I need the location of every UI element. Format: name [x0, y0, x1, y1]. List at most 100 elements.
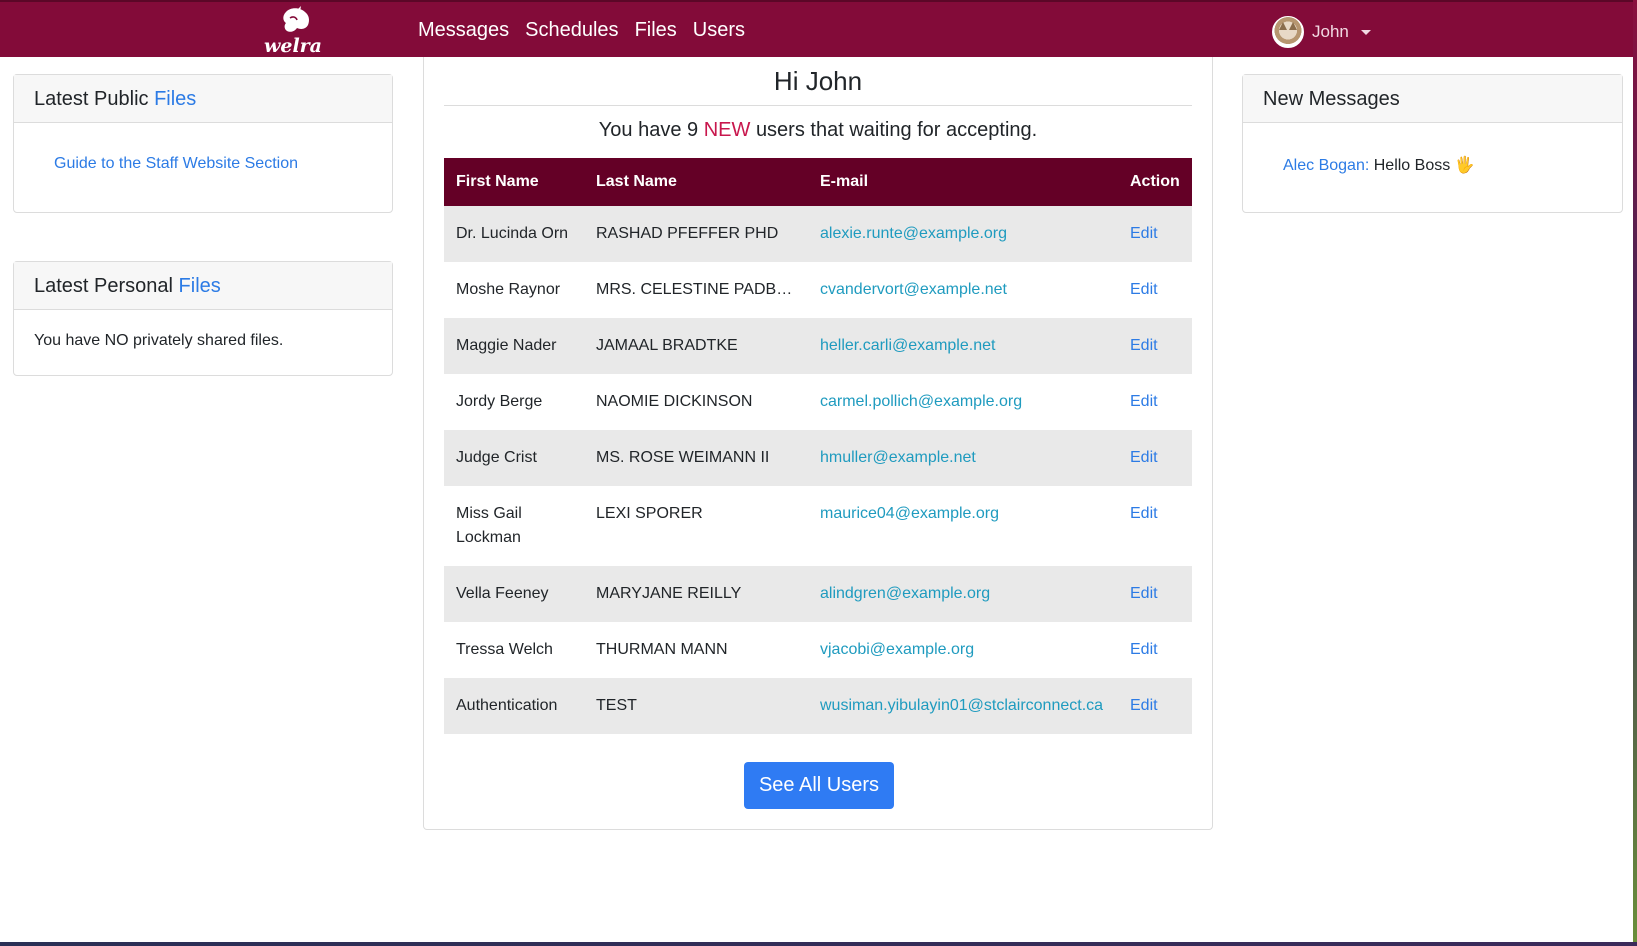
- cell-action: Edit: [1118, 430, 1192, 486]
- window-edge-right: [1633, 0, 1637, 946]
- cell-action: Edit: [1118, 622, 1192, 678]
- email-link[interactable]: carmel.pollich@example.org: [820, 393, 1022, 410]
- cell-email: wusiman.yibulayin01@stclairconnect.ca: [808, 678, 1118, 734]
- table-row: Authentication TEST wusiman.yibulayin01@…: [444, 678, 1192, 734]
- cell-action: Edit: [1118, 262, 1192, 318]
- cell-email: heller.carli@example.net: [808, 318, 1118, 374]
- main-panel: Hi John You have 9 NEW users that waitin…: [423, 57, 1213, 830]
- page-title: Hi John: [773, 66, 863, 96]
- table-row: Dr. Lucinda Orn RASHAD PFEFFER PHD alexi…: [444, 206, 1192, 262]
- brand-logo[interactable]: welra: [260, 6, 326, 57]
- table-row: Judge Crist MS. ROSE WEIMANN II hmuller@…: [444, 430, 1192, 486]
- nav-messages[interactable]: Messages: [418, 17, 509, 43]
- public-files-card: Latest Public Files Guide to the Staff W…: [13, 74, 393, 213]
- new-messages-card: New Messages Alec Bogan: Hello Boss 🖐: [1242, 74, 1623, 213]
- public-files-header: Latest Public Files: [14, 75, 392, 123]
- cell-email: hmuller@example.net: [808, 430, 1118, 486]
- public-files-link[interactable]: Files: [154, 88, 196, 110]
- cell-last-name: MARYJANE REILLY: [584, 566, 808, 622]
- cell-email: alindgren@example.org: [808, 566, 1118, 622]
- cell-first-name: Maggie Nader: [444, 318, 584, 374]
- cell-last-name: RASHAD PFEFFER PHD: [584, 206, 808, 262]
- personal-files-empty: You have NO privately shared files.: [34, 332, 284, 349]
- main-nav: Messages Schedules Files Users: [418, 17, 745, 43]
- personal-files-card: Latest Personal Files You have NO privat…: [13, 261, 393, 376]
- notice-new-badge: NEW: [703, 119, 751, 141]
- message-item: Alec Bogan: Hello Boss 🖐: [1243, 123, 1622, 175]
- edit-button[interactable]: Edit: [1130, 505, 1158, 522]
- cell-email: vjacobi@example.org: [808, 622, 1118, 678]
- table-row: Moshe Raynor MRS. CELESTINE PADBE... cva…: [444, 262, 1192, 318]
- cell-last-name: MRS. CELESTINE PADBE...: [596, 281, 801, 298]
- pending-users-notice: You have 9 NEW users that waiting for ac…: [444, 117, 1192, 143]
- cell-email: alexie.runte@example.org: [808, 206, 1118, 262]
- cell-action: Edit: [1118, 206, 1192, 262]
- personal-files-link[interactable]: Files: [179, 275, 221, 297]
- table-row: Vella Feeney MARYJANE REILLY alindgren@e…: [444, 566, 1192, 622]
- table-row: Miss Gail Lockman LEXI SPORER maurice04@…: [444, 486, 1192, 566]
- chevron-down-icon: [1360, 29, 1371, 35]
- email-link[interactable]: vjacobi@example.org: [820, 641, 974, 658]
- edit-button[interactable]: Edit: [1130, 225, 1158, 242]
- brand-text: welra: [264, 35, 322, 54]
- edit-button[interactable]: Edit: [1130, 281, 1158, 298]
- email-link[interactable]: alindgren@example.org: [820, 585, 990, 602]
- notice-prefix: You have 9: [598, 119, 699, 141]
- see-all-users-button[interactable]: See All Users: [744, 762, 894, 809]
- email-link[interactable]: alexie.runte@example.org: [820, 225, 1007, 242]
- cell-action: Edit: [1118, 566, 1192, 622]
- cell-first-name: Tressa Welch: [456, 641, 553, 658]
- email-link[interactable]: maurice04@example.org: [820, 505, 999, 522]
- col-action: Action: [1118, 158, 1192, 206]
- nav-files[interactable]: Files: [635, 17, 677, 43]
- email-link[interactable]: cvandervort@example.net: [820, 281, 1007, 298]
- cell-last-name: LEXI SPORER: [596, 505, 703, 522]
- cell-first-name: Authentication: [444, 678, 584, 734]
- col-email: E-mail: [808, 158, 1118, 206]
- waving-hand-icon: 🖐: [1454, 157, 1475, 174]
- edit-button[interactable]: Edit: [1130, 337, 1158, 354]
- cell-email: carmel.pollich@example.org: [808, 374, 1118, 430]
- personal-files-title: Latest Personal: [34, 275, 173, 297]
- cell-action: Edit: [1118, 486, 1192, 566]
- table-header-row: First Name Last Name E-mail Action: [444, 158, 1192, 206]
- new-messages-title: New Messages: [1263, 88, 1400, 110]
- public-files-title: Latest Public: [34, 88, 149, 110]
- nav-schedules[interactable]: Schedules: [525, 17, 618, 43]
- edit-button[interactable]: Edit: [1130, 393, 1158, 410]
- user-menu-toggle[interactable]: John: [1272, 16, 1371, 48]
- email-link[interactable]: hmuller@example.net: [820, 449, 976, 466]
- window-edge-bottom: [0, 942, 1637, 946]
- nav-users[interactable]: Users: [693, 17, 745, 43]
- cell-first-name: Miss Gail Lockman: [456, 505, 522, 546]
- edit-button[interactable]: Edit: [1130, 641, 1158, 658]
- cell-email: maurice04@example.org: [808, 486, 1118, 566]
- cell-first-name: Moshe Raynor: [456, 281, 561, 298]
- cell-first-name: Jordy Berge: [456, 393, 543, 410]
- cell-action: Edit: [1118, 318, 1192, 374]
- edit-button[interactable]: Edit: [1130, 697, 1158, 714]
- email-link[interactable]: wusiman.yibulayin01@stclairconnect.ca: [820, 697, 1103, 714]
- notice-suffix: users that waiting for accepting.: [755, 119, 1038, 141]
- cell-action: Edit: [1118, 374, 1192, 430]
- table-row: Maggie Nader JAMAAL BRADTKE heller.carli…: [444, 318, 1192, 374]
- cell-last-name: TEST: [584, 678, 808, 734]
- message-sender-link[interactable]: Alec Bogan:: [1283, 157, 1369, 174]
- edit-button[interactable]: Edit: [1130, 449, 1158, 466]
- col-first-name: First Name: [444, 158, 584, 206]
- table-row: Jordy Berge NAOMIE DICKINSON carmel.poll…: [444, 374, 1192, 430]
- email-link[interactable]: heller.carli@example.net: [820, 337, 995, 354]
- cell-email: cvandervort@example.net: [808, 262, 1118, 318]
- horse-logo-icon: welra: [264, 6, 322, 57]
- cell-last-name: THURMAN MANN: [596, 641, 728, 658]
- cell-first-name: Vella Feeney: [444, 566, 584, 622]
- public-file-item[interactable]: Guide to the Staff Website Section: [54, 155, 298, 172]
- pending-users-table: First Name Last Name E-mail Action Dr. L…: [444, 158, 1192, 734]
- top-navbar: welra Messages Schedules Files Users Joh…: [0, 0, 1633, 57]
- cell-last-name: NAOMIE DICKINSON: [596, 393, 753, 410]
- new-messages-header: New Messages: [1243, 75, 1622, 123]
- cell-first-name: Dr. Lucinda Orn: [444, 206, 584, 262]
- avatar: [1272, 16, 1304, 48]
- cell-first-name: Judge Crist: [444, 430, 584, 486]
- edit-button[interactable]: Edit: [1130, 585, 1158, 602]
